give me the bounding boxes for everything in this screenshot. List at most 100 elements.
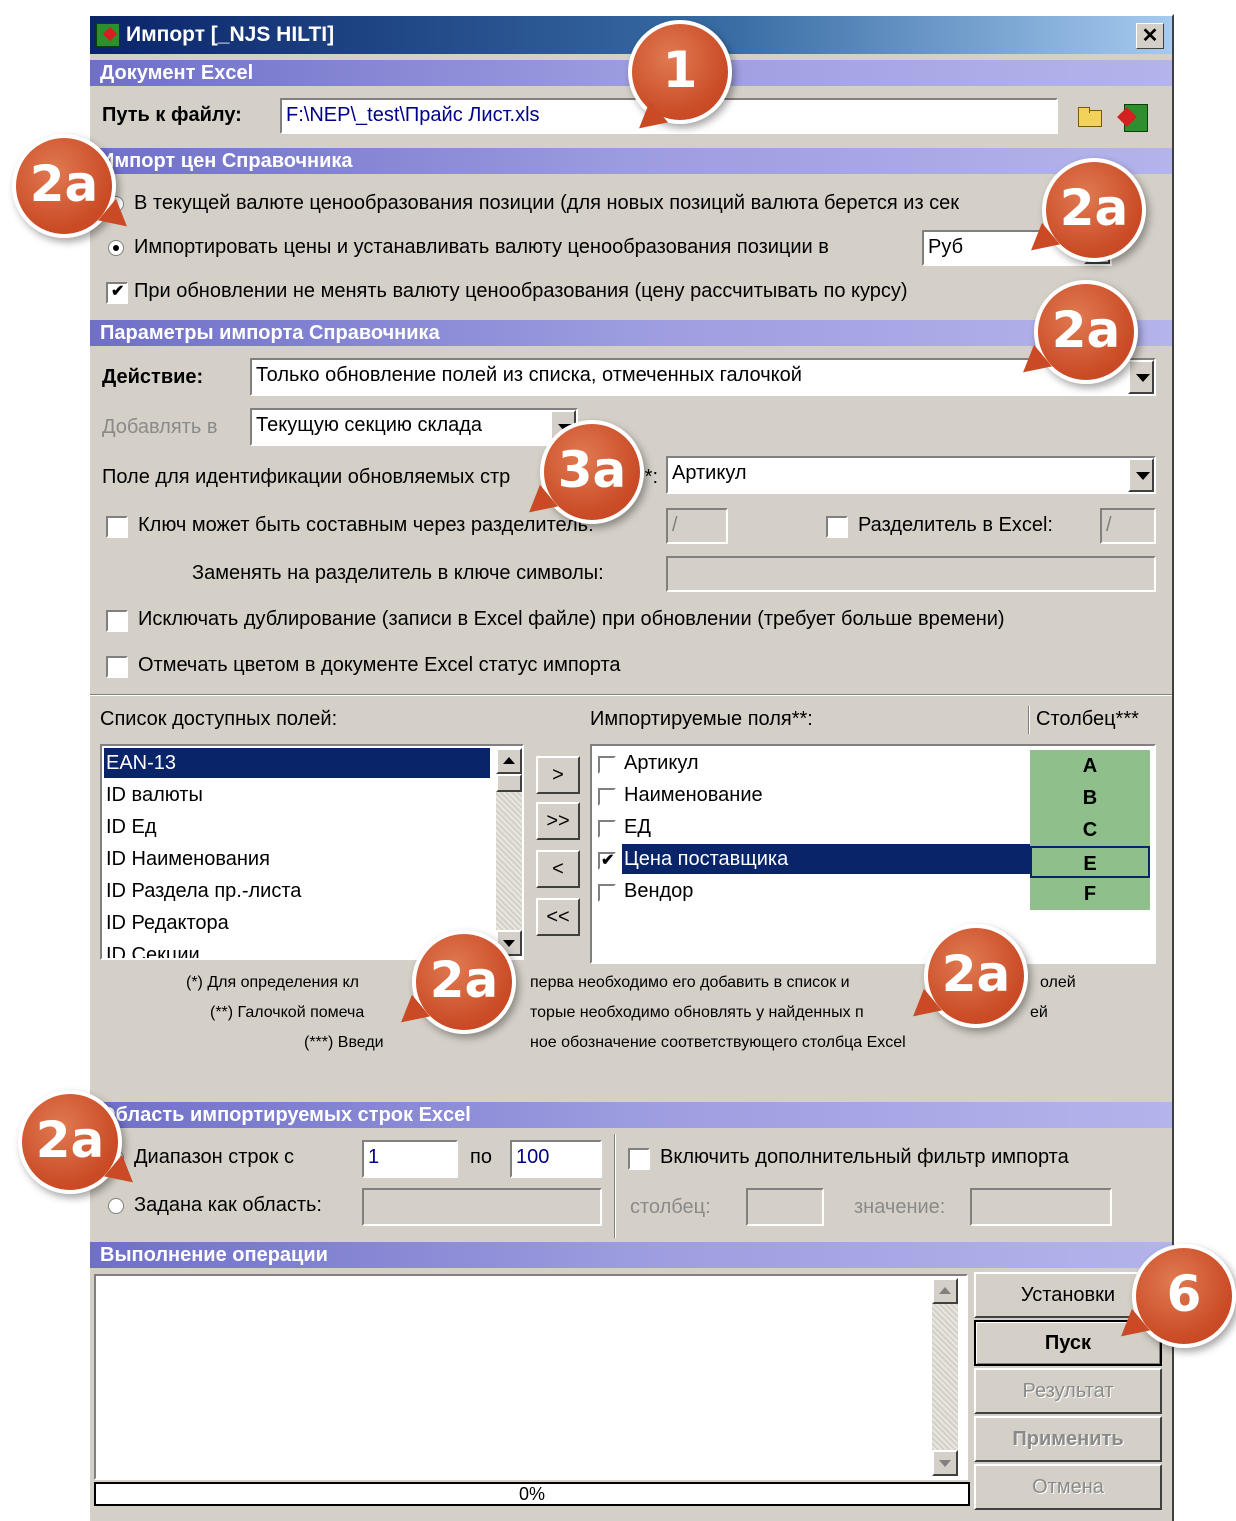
column-header-label: Столбец*** [1036, 708, 1139, 730]
column-cell[interactable]: F [1030, 878, 1150, 910]
callout-6: 6 [1132, 1244, 1236, 1348]
callout-2a: 2a [18, 1090, 122, 1194]
result-button[interactable]: Результат [974, 1368, 1162, 1414]
list-item[interactable]: ID Секции [104, 940, 200, 958]
list-item[interactable]: EAN-13 [104, 748, 490, 778]
apply-button[interactable]: Применить [974, 1416, 1162, 1462]
radio-set-currency-label: Импортировать цены и устанавливать валют… [134, 236, 829, 258]
callout-2a: 2a [1042, 158, 1146, 262]
imported-field-name[interactable]: Цена поставщика [622, 844, 1030, 874]
scroll-up-icon[interactable] [496, 748, 522, 774]
open-excel-icon[interactable] [1120, 102, 1150, 132]
available-list-scrollbar[interactable] [496, 748, 522, 956]
area-input[interactable] [362, 1188, 602, 1226]
list-item[interactable]: ID Редактора [104, 908, 229, 938]
check-icon: ✔ [601, 852, 615, 869]
filter-value-input[interactable] [970, 1188, 1112, 1226]
column-cell[interactable]: A [1030, 750, 1150, 782]
file-path-label: Путь к файлу: [102, 104, 242, 126]
scroll-down-icon[interactable] [932, 1450, 958, 1476]
field-checkbox[interactable] [598, 884, 616, 902]
mark-color-checkbox[interactable] [106, 656, 128, 678]
footnote-1a: (*) Для определения кл [186, 974, 359, 991]
callout-3a: 3a [540, 420, 644, 524]
keep-currency-label: При обновлении не менять валюту ценообра… [134, 280, 908, 302]
radio-set-currency[interactable] [108, 240, 124, 256]
id-field-label: Поле для идентификации обновляемых стр [102, 466, 511, 488]
mark-color-label: Отмечать цветом в документе Excel статус… [138, 654, 621, 676]
add-to-value: Текущую секцию склада [256, 414, 483, 436]
action-label: Действие: [102, 366, 204, 388]
range-to-label: по [470, 1146, 492, 1168]
exclude-duplicates-checkbox[interactable] [106, 610, 128, 632]
remove-field-button[interactable]: < [536, 850, 580, 888]
close-button[interactable]: ✕ [1136, 23, 1164, 49]
scroll-up-icon[interactable] [932, 1278, 958, 1304]
open-folder-icon[interactable] [1078, 106, 1104, 127]
list-item[interactable]: ID Наименования [104, 844, 270, 874]
field-checkbox[interactable] [598, 788, 616, 806]
divider [90, 694, 1172, 696]
excel-separator-checkbox[interactable] [826, 516, 848, 538]
footnote-2b: торые необходимо обновлять у найденных п [530, 1004, 864, 1021]
composite-key-label: Ключ может быть составным через разделит… [138, 514, 594, 536]
replace-chars-label: Заменять на разделитель в ключе символы: [192, 562, 604, 584]
range-to-input[interactable]: 100 [510, 1140, 602, 1178]
action-dropdown-icon[interactable] [1128, 360, 1154, 394]
field-checkbox[interactable] [598, 756, 616, 774]
execution-log[interactable] [94, 1274, 968, 1480]
imported-field-name[interactable]: ЕД [622, 812, 651, 842]
id-field-combo[interactable]: Артикул [666, 456, 1156, 494]
radio-area[interactable] [108, 1198, 124, 1214]
area-label: Задана как область: [134, 1194, 322, 1216]
composite-key-checkbox[interactable] [106, 516, 128, 538]
exclude-duplicates-label: Исключать дублирование (записи в Excel ф… [138, 608, 1005, 630]
list-item[interactable]: ID Ед [104, 812, 157, 842]
radio-current-currency-label: В текущей валюте ценообразования позиции… [134, 192, 960, 214]
add-to-combo[interactable]: Текущую секцию склада [250, 408, 578, 446]
add-all-fields-button[interactable]: >> [536, 802, 580, 840]
footnote-1c: олей [1040, 974, 1076, 991]
composite-key-input[interactable]: / [666, 508, 728, 544]
field-checkbox[interactable]: ✔ [598, 852, 616, 870]
available-fields-label: Список доступных полей: [100, 708, 338, 730]
add-field-button[interactable]: > [536, 756, 580, 794]
column-cell[interactable]: C [1030, 814, 1150, 846]
scroll-thumb[interactable] [496, 774, 522, 792]
execution-header: Выполнение операции [90, 1242, 1172, 1268]
footnote-2a: (**) Галочкой помеча [210, 1004, 365, 1021]
remove-all-fields-button[interactable]: << [536, 898, 580, 936]
field-checkbox[interactable] [598, 820, 616, 838]
filter-column-input[interactable] [746, 1188, 824, 1226]
column-cell[interactable]: E [1030, 846, 1150, 878]
callout-2a: 2a [1034, 280, 1138, 384]
extra-filter-label: Включить дополнительный фильтр импорта [660, 1146, 1069, 1168]
footnote-1b: перва необходимо его добавить в список и [530, 974, 850, 991]
imported-field-name[interactable]: Наименование [622, 780, 763, 810]
extra-filter-checkbox[interactable] [628, 1148, 650, 1170]
imported-field-name[interactable]: Вендор [622, 876, 693, 906]
imported-fields-list[interactable]: Артикул A Наименование B ЕД C ✔ Цена пос… [590, 744, 1156, 964]
available-fields-list[interactable]: EAN-13 ID валюты ID Ед ID Наименования I… [100, 744, 524, 960]
footnote-3a: (***) Введи [304, 1034, 384, 1051]
list-item[interactable]: ID Раздела пр.-листа [104, 876, 301, 906]
log-scrollbar[interactable] [932, 1278, 958, 1476]
excel-separator-input[interactable]: / [1100, 508, 1156, 544]
filter-column-label: столбец: [630, 1196, 711, 1218]
column-cell[interactable]: B [1030, 782, 1150, 814]
keep-currency-checkbox[interactable]: ✔ [106, 282, 128, 304]
progress-bar: 0% [94, 1482, 970, 1506]
range-from-input[interactable]: 1 [362, 1140, 458, 1178]
footnote-3b: ное обозначение соответствующего столбца… [530, 1034, 906, 1051]
callout-2a: 2a [924, 924, 1028, 1028]
currency-value: Руб [928, 236, 964, 258]
replace-chars-input[interactable] [666, 556, 1156, 592]
id-field-dropdown-icon[interactable] [1128, 458, 1154, 492]
rows-area-header: Область импортируемых строк Excel [90, 1102, 1172, 1128]
list-item[interactable]: ID валюты [104, 780, 203, 810]
imported-field-name[interactable]: Артикул [622, 748, 699, 778]
price-import-header: Импорт цен Справочника [90, 148, 1172, 174]
imported-fields-label: Импортируемые поля**: [590, 708, 813, 730]
cancel-button[interactable]: Отмена [974, 1464, 1162, 1510]
check-icon: ✔ [111, 283, 125, 300]
